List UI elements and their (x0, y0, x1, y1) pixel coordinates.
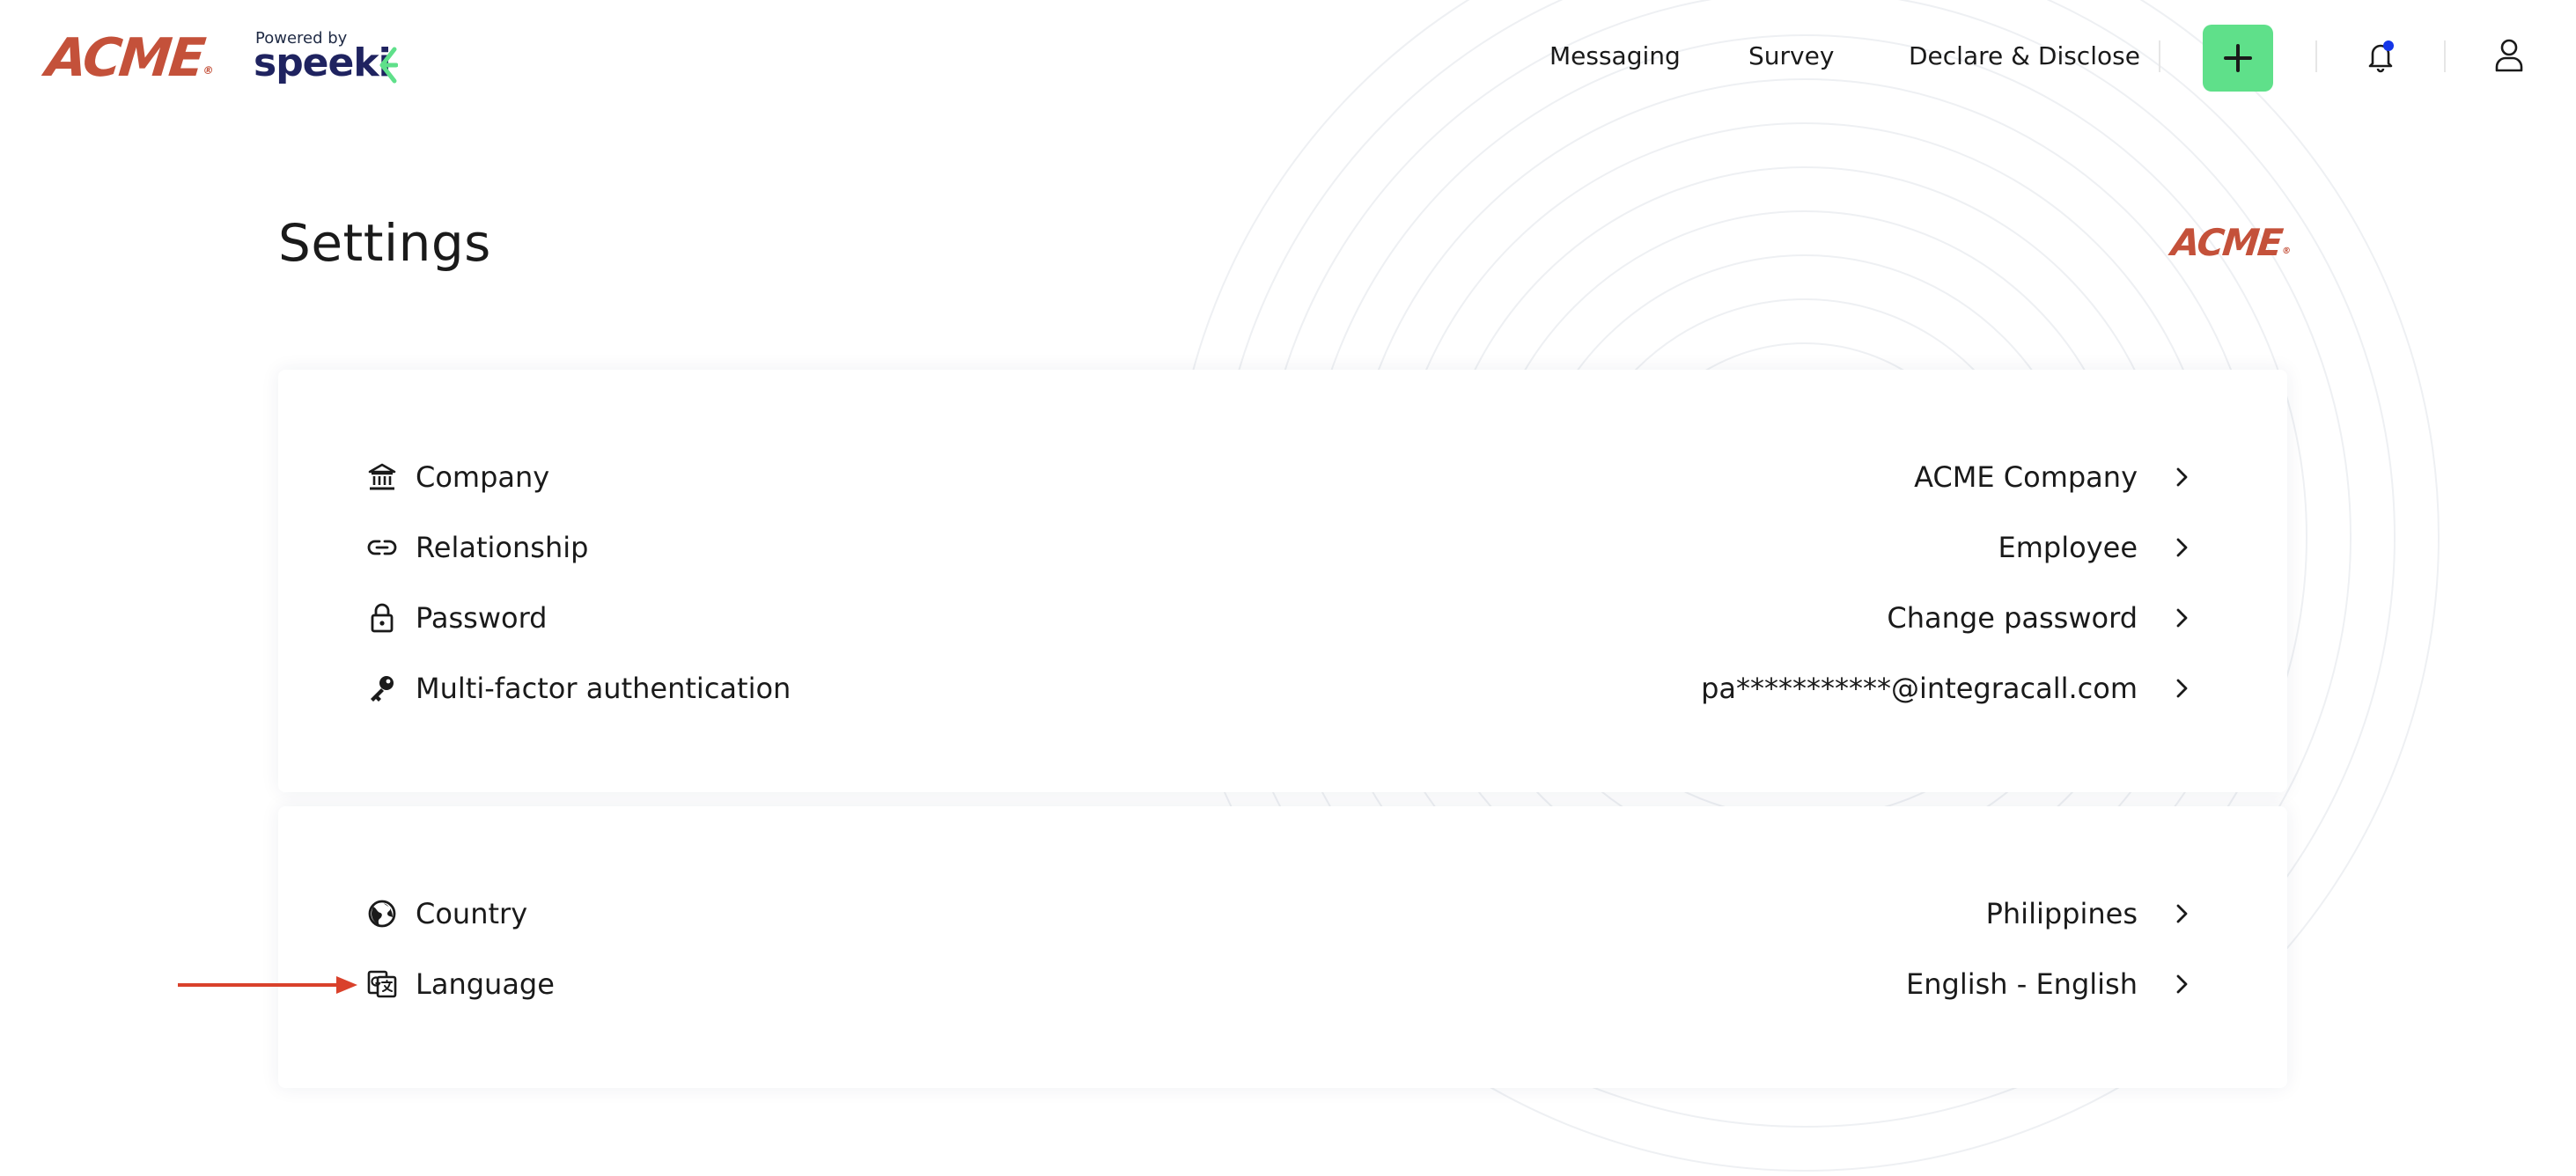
link-icon (367, 540, 397, 555)
notification-badge (2383, 40, 2394, 51)
row-value: ACME Company (1914, 460, 2138, 494)
settings-row-language[interactable]: Language English - English (366, 958, 2197, 1011)
acme-logo[interactable]: ACME® (41, 26, 217, 102)
account-settings-card: Company ACME Company Relationship Employ… (278, 370, 2287, 792)
add-button[interactable] (2203, 25, 2273, 92)
row-value: Employee (1998, 531, 2138, 564)
row-label: Company (416, 460, 550, 494)
page-title: Settings (278, 213, 491, 273)
row-label: Password (416, 601, 548, 635)
settings-row-mfa[interactable]: Multi-factor authentication pa**********… (366, 662, 2197, 715)
row-label: Language (416, 967, 555, 1001)
plus-icon (2224, 44, 2252, 72)
row-label: Relationship (416, 531, 589, 564)
row-value: English - English (1906, 967, 2138, 1001)
bank-icon (368, 463, 396, 490)
nav-divider (2159, 40, 2160, 72)
settings-page: ACME® Powered by speeki Messaging Survey… (0, 0, 2576, 1176)
row-label: Multi-factor authentication (416, 672, 791, 705)
chevron-right-icon (2176, 538, 2188, 557)
key-icon (371, 676, 394, 702)
nav-declare-disclose[interactable]: Declare & Disclose (1909, 39, 2140, 74)
region-settings-card: Country Philippines Language English - E… (278, 806, 2287, 1088)
chevron-right-icon (2176, 467, 2188, 487)
speeki-mark-icon (379, 47, 398, 84)
chevron-right-icon (2176, 904, 2188, 923)
settings-row-country[interactable]: Country Philippines (366, 887, 2197, 940)
settings-row-company[interactable]: Company ACME Company (366, 451, 2197, 503)
nav-divider (2315, 40, 2317, 72)
translate-icon (367, 970, 397, 998)
nav-survey[interactable]: Survey (1748, 39, 1834, 74)
row-value: Philippines (1985, 897, 2138, 930)
user-icon[interactable] (2493, 37, 2525, 74)
lock-icon (371, 603, 394, 633)
nav-messaging[interactable]: Messaging (1549, 39, 1681, 74)
bell-icon[interactable] (2365, 39, 2396, 74)
chevron-right-icon (2176, 974, 2188, 994)
row-value: pa***********@integracall.com (1701, 672, 2138, 705)
chevron-right-icon (2176, 679, 2188, 698)
settings-row-password[interactable]: Password Change password (366, 592, 2197, 644)
row-label: Country (416, 897, 528, 930)
nav-divider (2444, 40, 2446, 72)
globe-icon (368, 900, 396, 928)
top-header: ACME® Powered by speeki Messaging Survey… (0, 0, 2576, 116)
annotation-arrow (178, 976, 357, 994)
settings-row-relationship[interactable]: Relationship Employee (366, 521, 2197, 574)
company-brand-logo: ACME® (2169, 221, 2292, 264)
chevron-right-icon (2176, 608, 2188, 628)
row-value: Change password (1887, 601, 2138, 635)
speeki-logo: speeki (254, 40, 392, 85)
